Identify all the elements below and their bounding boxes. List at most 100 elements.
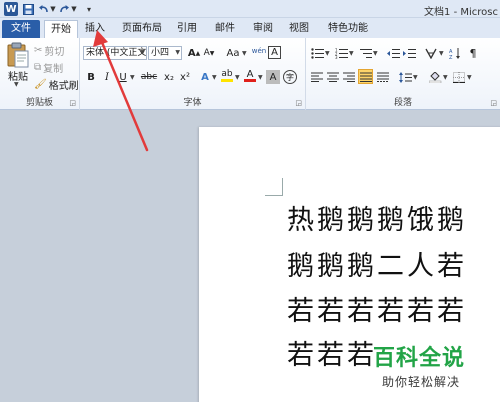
font-size-value: 小四: [151, 48, 170, 58]
underline-dropdown-icon[interactable]: ▼: [130, 74, 135, 81]
change-case-button[interactable]: Aa: [224, 46, 242, 60]
italic-button[interactable]: I: [100, 70, 114, 84]
sort-button[interactable]: AZ: [448, 46, 462, 60]
tab-mailings[interactable]: 邮件: [210, 20, 240, 38]
clipboard-group-label: 剪贴板: [25, 98, 53, 108]
font-name-combo[interactable]: 宋体 (中文正文) ▼: [83, 46, 147, 60]
chinese-layout-dropdown-icon[interactable]: ▼: [439, 50, 444, 57]
chevron-down-icon: ▼: [175, 49, 180, 56]
strikethrough-button[interactable]: abc: [140, 70, 158, 84]
tab-special-features[interactable]: 特色功能: [322, 20, 374, 38]
document-text-line-1[interactable]: 热鹅鹅鹅饿鹅: [287, 198, 467, 237]
increase-indent-button[interactable]: [402, 46, 416, 60]
tab-home[interactable]: 开始: [44, 20, 78, 38]
justify-icon: [359, 72, 372, 82]
phonetic-guide-button[interactable]: wén: [252, 44, 266, 58]
highlighter-icon: ab: [221, 69, 233, 79]
font-launcher-icon[interactable]: ◲: [295, 99, 302, 107]
bullets-button[interactable]: [310, 46, 324, 60]
shading-button[interactable]: [428, 70, 442, 84]
redo-dropdown-icon[interactable]: ▼: [70, 2, 78, 16]
undo-dropdown-icon[interactable]: ▼: [49, 2, 57, 16]
font-name-value: 宋体 (中文正文): [86, 48, 147, 58]
shading-dropdown-icon[interactable]: ▼: [443, 74, 448, 81]
italic-icon: I: [105, 71, 109, 83]
highlight-dropdown-icon[interactable]: ▼: [235, 74, 240, 81]
align-center-icon: [327, 72, 339, 82]
tab-review[interactable]: 审阅: [248, 20, 278, 38]
tab-page-layout[interactable]: 页面布局: [116, 20, 168, 38]
align-center-button[interactable]: [326, 70, 340, 84]
font-group-label: 字体: [183, 98, 202, 108]
line-spacing-dropdown-icon[interactable]: ▼: [413, 74, 418, 81]
decrease-indent-icon: [386, 48, 400, 58]
numbering-button[interactable]: 123: [334, 46, 348, 60]
increase-indent-icon: [402, 48, 416, 58]
bullets-dropdown-icon[interactable]: ▼: [325, 50, 330, 57]
cut-button[interactable]: ✂ 剪切: [34, 43, 64, 58]
underline-button[interactable]: U: [116, 70, 130, 84]
format-painter-icon: 🖌: [34, 79, 47, 90]
sort-icon: AZ: [449, 47, 460, 59]
character-border-button[interactable]: A: [268, 46, 281, 59]
font-color-button[interactable]: A: [243, 69, 257, 83]
text-effects-icon: A: [201, 71, 209, 83]
save-icon[interactable]: [22, 2, 34, 16]
multilevel-list-dropdown-icon[interactable]: ▼: [373, 50, 378, 57]
font-color-dropdown-icon[interactable]: ▼: [258, 74, 263, 81]
superscript-button[interactable]: x²: [178, 70, 192, 84]
undo-icon[interactable]: [37, 2, 49, 16]
copy-button[interactable]: ⧉ 复制: [34, 60, 63, 75]
subscript-button[interactable]: x₂: [162, 70, 176, 84]
tab-references[interactable]: 引用: [172, 20, 202, 38]
distributed-button[interactable]: [376, 70, 390, 84]
character-border-icon: A: [271, 47, 278, 58]
format-painter-label: 格式刷: [48, 81, 79, 92]
justify-button[interactable]: [358, 69, 373, 84]
grow-font-button[interactable]: A ▲: [187, 46, 201, 60]
phonetic-guide-icon: wén: [251, 47, 267, 55]
bullets-icon: [310, 47, 324, 59]
clipboard-launcher-icon[interactable]: ◲: [69, 99, 76, 107]
character-shading-icon: A: [269, 71, 277, 83]
tab-view[interactable]: 视图: [284, 20, 314, 38]
enclose-characters-button[interactable]: 字: [283, 70, 297, 84]
align-right-button[interactable]: [342, 70, 356, 84]
text-effects-button[interactable]: A: [198, 70, 212, 84]
align-right-icon: [343, 72, 355, 82]
text-effects-dropdown-icon[interactable]: ▼: [212, 74, 217, 81]
shrink-font-button[interactable]: A ▼: [202, 46, 216, 60]
tab-insert[interactable]: 插入: [80, 20, 110, 38]
line-spacing-button[interactable]: [398, 70, 412, 84]
change-case-dropdown-icon[interactable]: ▼: [242, 50, 247, 57]
bold-button[interactable]: B: [84, 70, 98, 84]
chinese-layout-button[interactable]: [424, 46, 438, 60]
superscript-icon: x²: [180, 71, 190, 83]
paragraph-launcher-icon[interactable]: ◲: [490, 99, 497, 107]
borders-button[interactable]: [452, 70, 466, 84]
document-text-line-4[interactable]: 若若若: [287, 333, 377, 372]
customize-quick-access-icon[interactable]: ▾: [84, 2, 94, 16]
copy-icon: ⧉: [34, 62, 42, 73]
subscript-icon: x₂: [164, 71, 174, 83]
format-painter-button[interactable]: 🖌 格式刷: [34, 77, 79, 92]
title-bar: W ▼ ▼ ▾ 文档1 - Microsc: [0, 0, 500, 18]
character-shading-button[interactable]: A: [266, 70, 280, 84]
word-app-icon[interactable]: W: [4, 2, 18, 16]
clipboard-group: 粘贴 ▼ ✂ 剪切 ⧉ 复制 🖌 格式刷 剪贴板 ◲: [0, 38, 80, 110]
decrease-indent-button[interactable]: [386, 46, 400, 60]
tab-file[interactable]: 文件: [2, 20, 40, 38]
highlight-button[interactable]: ab: [220, 69, 234, 83]
show-hide-marks-button[interactable]: ¶: [466, 46, 480, 60]
redo-icon[interactable]: [58, 2, 70, 16]
document-text-line-3[interactable]: 若若若若若若: [287, 289, 467, 328]
bold-icon: B: [87, 71, 95, 83]
paste-dropdown-icon: ▼: [14, 81, 19, 88]
document-text-line-2[interactable]: 鹅鹅鹅二人若: [287, 244, 467, 283]
align-left-button[interactable]: [310, 70, 324, 84]
multilevel-list-button[interactable]: [358, 46, 372, 60]
numbering-dropdown-icon[interactable]: ▼: [349, 50, 354, 57]
font-size-combo[interactable]: 小四 ▼: [148, 46, 182, 60]
borders-dropdown-icon[interactable]: ▼: [467, 74, 472, 81]
paint-bucket-icon: [428, 71, 441, 83]
